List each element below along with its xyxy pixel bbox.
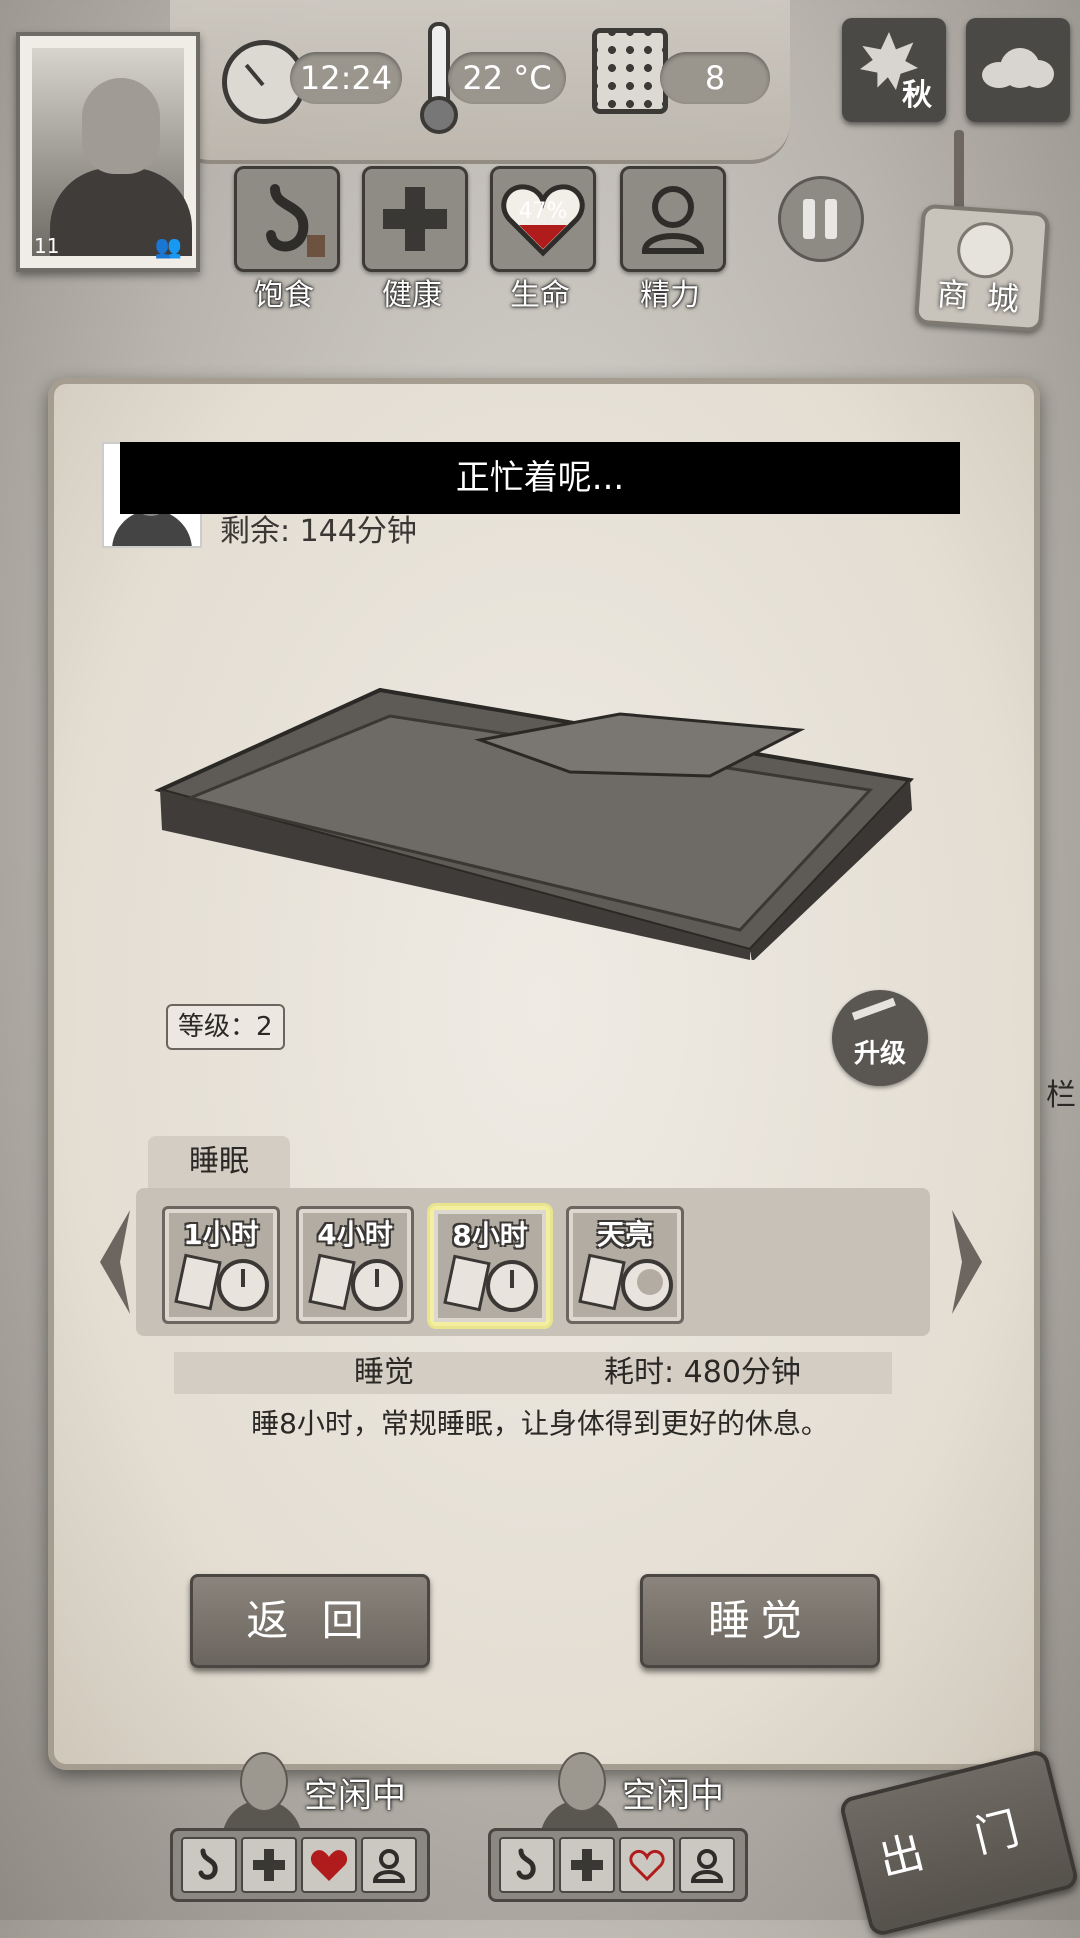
option-label: 1小时 — [183, 1218, 259, 1251]
chevron-right-icon — [952, 1210, 982, 1314]
day-display: 8 — [660, 52, 770, 104]
stomach-icon — [181, 1837, 237, 1893]
option-label: 8小时 — [452, 1219, 528, 1252]
plus-icon — [559, 1837, 615, 1893]
stat-health-label: 健康 — [382, 278, 442, 313]
moon-icon — [621, 1259, 673, 1311]
busy-toast: 正忙着呢... — [120, 442, 960, 514]
companion-stats[interactable] — [170, 1828, 430, 1902]
person-icon — [361, 1837, 417, 1893]
calendar-icon — [592, 28, 668, 114]
thermometer-icon — [420, 22, 458, 134]
option-label: 4小时 — [317, 1218, 393, 1251]
plus-icon — [383, 187, 447, 251]
stat-satiety-button[interactable] — [234, 166, 340, 272]
clock-icon — [486, 1260, 538, 1312]
cloud-icon — [982, 48, 1054, 88]
edge-sign-label: 栏 — [1046, 1078, 1076, 1113]
pause-icon — [803, 199, 815, 239]
sleep-option-4h[interactable]: 4小时 — [296, 1206, 414, 1324]
stat-energy-label: 精力 — [640, 278, 700, 313]
go-out-button[interactable]: 出 门 — [838, 1748, 1080, 1938]
character-portrait[interactable]: 11 👥 — [16, 32, 200, 272]
plus-icon — [241, 1837, 297, 1893]
weather-button[interactable] — [966, 18, 1070, 122]
action-description: 睡8小时，常规睡眠，让身体得到更好的休息。 — [251, 1407, 829, 1440]
clock-icon — [217, 1259, 269, 1311]
pause-button[interactable] — [778, 176, 864, 262]
stat-life-button[interactable]: 47% — [490, 166, 596, 272]
back-button[interactable]: 返 回 — [190, 1574, 430, 1668]
heart-outline-icon — [619, 1837, 675, 1893]
season-label: 秋 — [902, 78, 932, 113]
upgrade-button[interactable]: 升级 — [832, 990, 928, 1086]
action-name: 睡觉 — [354, 1355, 414, 1390]
temperature-display: 22 °C — [448, 52, 566, 104]
action-duration: 耗时: 480分钟 — [604, 1355, 801, 1390]
portrait-background — [32, 48, 192, 256]
shop-button[interactable]: 商 城 — [913, 203, 1051, 333]
life-percentage: 47% — [518, 199, 568, 224]
stat-health-button[interactable] — [362, 166, 468, 272]
heart-icon — [301, 1837, 357, 1893]
sleep-button[interactable]: 睡觉 — [640, 1574, 880, 1668]
tab-sleep-category[interactable]: 睡眠 — [148, 1136, 290, 1188]
building-level: 等级：2 — [166, 1004, 285, 1050]
sleep-option-1h[interactable]: 1小时 — [162, 1206, 280, 1324]
option-label: 天亮 — [596, 1218, 653, 1251]
companion-status: 空闲中 — [304, 1776, 406, 1816]
stat-energy-button[interactable] — [620, 166, 726, 272]
stomach-icon — [266, 184, 325, 257]
chevron-left-icon — [100, 1210, 130, 1314]
group-icon: 👥 — [154, 235, 182, 260]
portrait-head — [82, 78, 160, 174]
shop-label: 商 城 — [935, 274, 1025, 319]
sleep-info-row: 睡觉 耗时: 480分钟 — [174, 1352, 892, 1394]
person-icon — [641, 186, 705, 254]
companion-status: 空闲中 — [622, 1776, 724, 1816]
bed-illustration — [154, 687, 915, 960]
next-arrow-button[interactable] — [948, 1206, 988, 1318]
stat-life-label: 生命 — [510, 278, 570, 313]
sleep-option-dawn[interactable]: 天亮 — [566, 1206, 684, 1324]
sleep-option-8h[interactable]: 8小时 — [430, 1206, 550, 1326]
person-icon — [679, 1837, 735, 1893]
stomach-icon — [499, 1837, 555, 1893]
character-level: 11 — [34, 234, 60, 258]
shop-rope — [954, 130, 964, 214]
stat-satiety-label: 饱食 — [254, 278, 314, 313]
season-button[interactable]: 秋 — [842, 18, 946, 122]
prev-arrow-button[interactable] — [94, 1206, 134, 1318]
companion-stats[interactable] — [488, 1828, 748, 1902]
time-display: 12:24 — [290, 52, 402, 104]
clock-icon — [351, 1259, 403, 1311]
